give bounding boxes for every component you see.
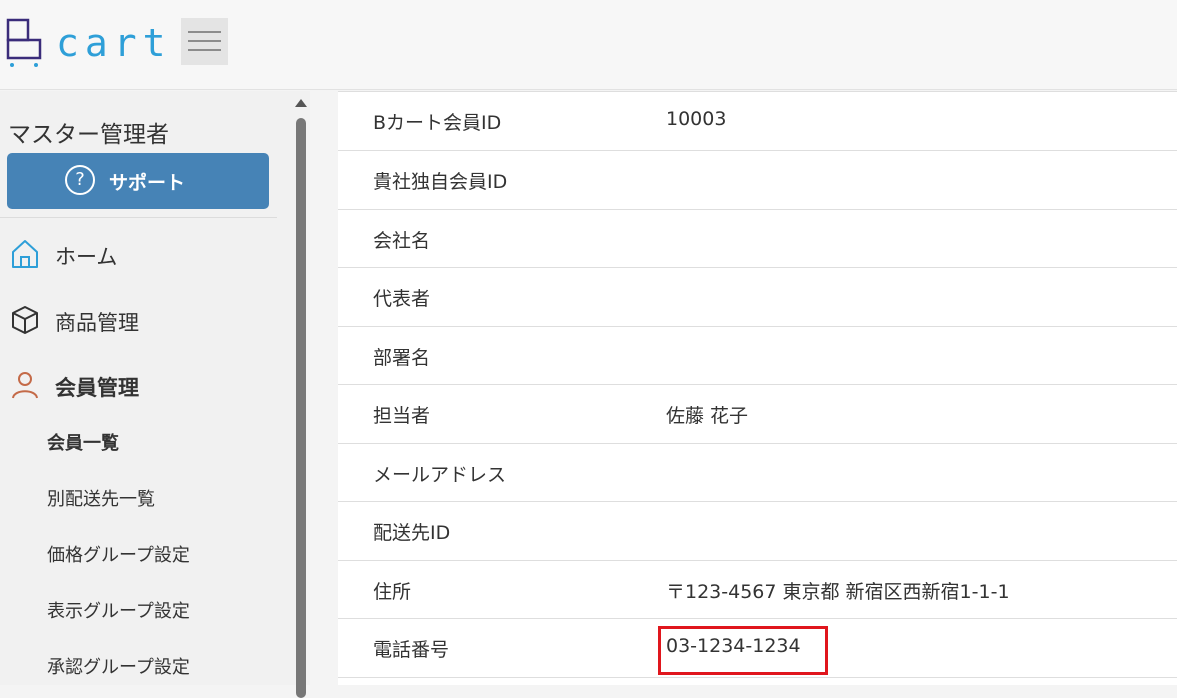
table-row: 部署名	[338, 326, 1177, 385]
field-label: 貴社独自会員ID	[373, 171, 508, 193]
field-value: 〒123-4567 東京都 新宿区西新宿1-1-1	[666, 581, 1010, 603]
subnav-price-group-settings[interactable]: 価格グループ設定	[47, 541, 190, 567]
support-label: サポート	[109, 172, 186, 194]
menu-toggle-button[interactable]	[181, 18, 228, 65]
field-label: 電話番号	[373, 639, 450, 661]
sidebar-item-label: 商品管理	[55, 311, 139, 335]
field-label: 住所	[373, 581, 412, 603]
subnav-alt-shipping-list[interactable]: 別配送先一覧	[47, 485, 155, 511]
field-value: 佐藤 花子	[666, 405, 749, 427]
scroll-thumb[interactable]	[296, 118, 306, 698]
field-label: 配送先ID	[373, 522, 451, 544]
home-icon	[12, 240, 38, 268]
support-button[interactable]: ? サポート	[7, 153, 269, 209]
sidebar-item-label: ホーム	[55, 245, 118, 269]
person-icon	[12, 372, 38, 399]
field-label: 代表者	[373, 288, 431, 310]
sidebar-item-members[interactable]: 会員管理	[0, 363, 277, 407]
table-row: 住所 〒123-4567 東京都 新宿区西新宿1-1-1	[338, 560, 1177, 619]
subnav-display-group-settings[interactable]: 表示グループ設定	[47, 597, 190, 623]
table-row: メールアドレス	[338, 443, 1177, 502]
table-row: 配送先ID	[338, 501, 1177, 560]
sidebar-item-products[interactable]: 商品管理	[0, 298, 277, 342]
sidebar-item-label: 会員管理	[55, 376, 139, 400]
bcart-logo[interactable]: cart	[6, 16, 166, 68]
field-label: 担当者	[373, 405, 431, 427]
table-row: 代表者	[338, 267, 1177, 326]
sidebar: マスター管理者 ? サポート ホーム 商品管理 会員管理 会員一覧 別配送先一覧…	[0, 91, 292, 685]
field-label: 部署名	[373, 347, 431, 369]
field-value: 10003	[666, 108, 727, 130]
logo-b-icon	[6, 18, 42, 67]
subnav-approval-group-settings[interactable]: 承認グループ設定	[47, 653, 190, 679]
sidebar-divider	[0, 217, 277, 218]
field-label: 会社名	[373, 230, 431, 252]
table-row: 担当者 佐藤 花子	[338, 384, 1177, 443]
table-row	[338, 677, 1177, 685]
scroll-up-arrow-icon[interactable]	[295, 99, 307, 107]
member-detail-table: Bカート会員ID 10003 貴社独自会員ID 会社名 代表者 部署名 担当者 …	[338, 91, 1177, 685]
sidebar-scrollbar[interactable]	[292, 91, 310, 698]
admin-name: マスター管理者	[8, 122, 169, 148]
question-circle-icon: ?	[65, 165, 95, 195]
sidebar-item-home[interactable]: ホーム	[0, 232, 277, 276]
app-header: cart	[0, 0, 1177, 90]
field-label: Bカート会員ID	[373, 112, 502, 134]
logo-text: cart	[56, 21, 172, 65]
table-row: 会社名	[338, 209, 1177, 268]
hamburger-icon	[188, 31, 221, 33]
phone-highlight-box	[658, 626, 828, 675]
table-row: Bカート会員ID 10003	[338, 91, 1177, 150]
field-label: メールアドレス	[373, 464, 507, 486]
table-row: 貴社独自会員ID	[338, 150, 1177, 209]
subnav-member-list[interactable]: 会員一覧	[47, 429, 119, 455]
box-icon	[12, 306, 38, 334]
